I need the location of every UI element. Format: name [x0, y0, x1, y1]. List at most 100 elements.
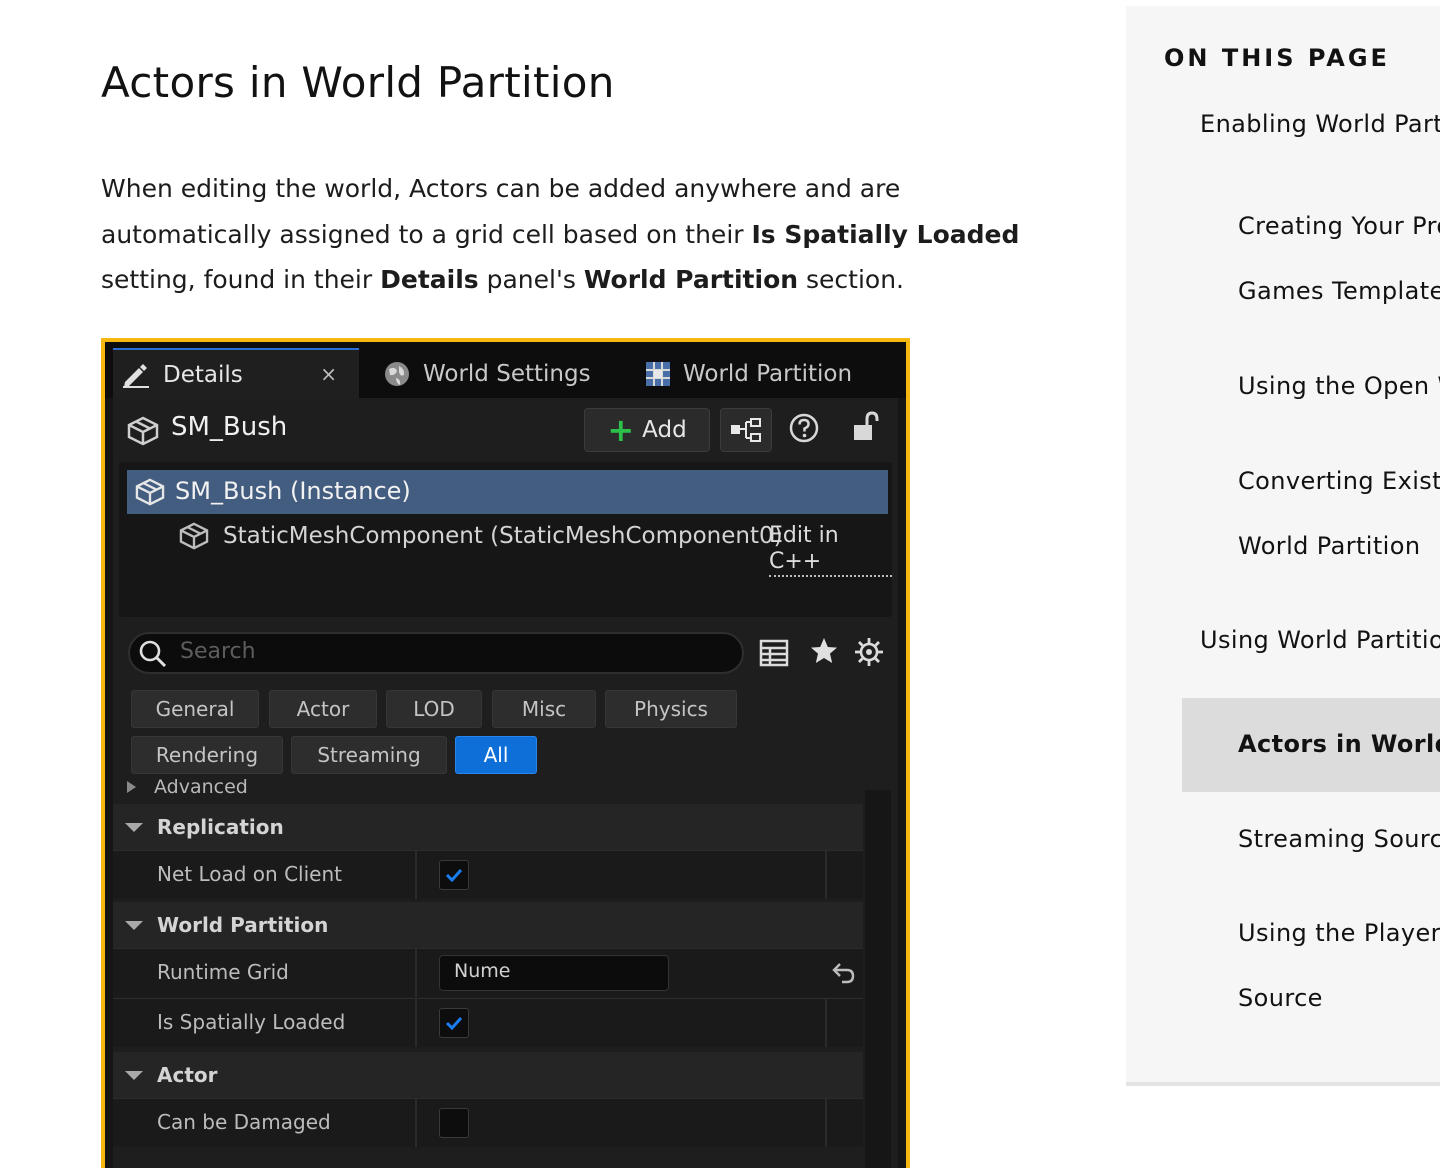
- tree-item-label: StaticMeshComponent (StaticMeshComponent…: [223, 523, 783, 549]
- panel-tab-bar: Details × World Settings World Partition: [105, 342, 906, 400]
- para-text-4: section.: [798, 265, 904, 294]
- component-tree: SM_Bush (Instance) StaticMeshComponent (…: [119, 462, 892, 617]
- actor-header: SM_Bush + Add: [113, 398, 898, 462]
- close-icon[interactable]: ×: [320, 362, 337, 386]
- property-list: Advanced Replication Net Load on Client …: [113, 778, 863, 1168]
- blueprint-icon: [731, 418, 761, 442]
- property-is-spatially-loaded: Is Spatially Loaded: [113, 998, 863, 1047]
- panel-body: SM_Bush + Add SM_Bush (Instance) StaticM…: [113, 398, 898, 1168]
- para-text-2: setting, found in their: [101, 265, 381, 294]
- toc-heading: ON THIS PAGE: [1164, 44, 1390, 72]
- intro-paragraph: When editing the world, Actors can be ad…: [101, 166, 1061, 303]
- collapse-arrow-icon: [125, 823, 143, 832]
- scrollbar[interactable]: [865, 790, 891, 1168]
- tab-world-settings-label: World Settings: [423, 361, 591, 387]
- column-divider: [825, 1099, 827, 1147]
- tab-world-partition[interactable]: World Partition: [635, 350, 895, 398]
- filter-physics[interactable]: Physics: [605, 690, 737, 728]
- star-icon[interactable]: [809, 636, 839, 666]
- details-panel: Details × World Settings World Partition: [105, 342, 906, 1168]
- can-be-damaged-checkbox[interactable]: [439, 1108, 469, 1138]
- tab-world-settings[interactable]: World Settings: [375, 350, 607, 398]
- table-view-icon[interactable]: [759, 638, 789, 668]
- blueprint-button[interactable]: [720, 408, 772, 452]
- filter-actor[interactable]: Actor: [269, 690, 377, 728]
- spatially-loaded-checkbox[interactable]: [439, 1008, 469, 1038]
- para-text-3: panel's: [478, 265, 584, 294]
- search-icon: [138, 639, 168, 673]
- plus-icon: +: [607, 411, 635, 449]
- toc-item-creating-your-project[interactable]: Creating Your Pro: [1238, 212, 1440, 240]
- advanced-label: Advanced: [154, 778, 248, 798]
- add-component-button[interactable]: + Add: [584, 408, 710, 452]
- category-replication[interactable]: Replication: [113, 804, 863, 850]
- help-icon[interactable]: [788, 412, 820, 444]
- property-label: Can be Damaged: [157, 1110, 331, 1134]
- tree-item-label: SM_Bush (Instance): [175, 477, 411, 505]
- on-this-page-sidebar: ON THIS PAGE Enabling World Partiti Crea…: [1126, 6, 1440, 1086]
- filter-misc[interactable]: Misc: [492, 690, 596, 728]
- reset-to-default-icon[interactable]: [831, 961, 857, 989]
- toc-item-world-partition[interactable]: World Partition: [1238, 532, 1420, 560]
- toc-item-source[interactable]: Source: [1238, 984, 1323, 1012]
- gear-icon[interactable]: [853, 636, 885, 668]
- checkmark-icon: [445, 1016, 463, 1030]
- actor-name: SM_Bush: [171, 412, 288, 442]
- static-mesh-icon: [127, 416, 159, 450]
- collapse-arrow-icon: [125, 1071, 143, 1080]
- property-can-be-damaged: Can be Damaged: [113, 1098, 863, 1147]
- bold-world-partition: World Partition: [583, 265, 799, 294]
- toc-item-using-world-partition[interactable]: Using World Partition: [1200, 626, 1440, 654]
- column-divider: [415, 949, 417, 997]
- category-label: World Partition: [157, 913, 329, 937]
- toc-item-actors-in-world-partition[interactable]: Actors in World Pa: [1238, 730, 1440, 758]
- toc-item-using-the-player[interactable]: Using the Player a: [1238, 919, 1440, 947]
- net-load-checkbox[interactable]: [439, 860, 469, 890]
- globe-icon: [383, 360, 411, 388]
- column-divider: [415, 999, 417, 1047]
- tab-details-label: Details: [163, 362, 243, 388]
- toc-item-enabling-world-partition[interactable]: Enabling World Partiti: [1200, 110, 1440, 138]
- filter-rendering[interactable]: Rendering: [131, 736, 283, 774]
- search-placeholder: Search: [180, 639, 256, 664]
- advanced-expander[interactable]: Advanced: [127, 778, 248, 798]
- expand-arrow-icon: [127, 781, 136, 793]
- category-label: Actor: [157, 1063, 218, 1087]
- collapse-arrow-icon: [125, 921, 143, 930]
- tab-world-partition-label: World Partition: [683, 361, 853, 387]
- property-label: Runtime Grid: [157, 960, 289, 984]
- static-mesh-icon: [179, 522, 209, 556]
- page-title: Actors in World Partition: [101, 58, 615, 107]
- filter-streaming[interactable]: Streaming: [291, 736, 447, 774]
- runtime-grid-field[interactable]: Nume: [439, 955, 669, 991]
- property-net-load-on-client: Net Load on Client: [113, 850, 863, 899]
- toc-item-games-template[interactable]: Games Template: [1238, 277, 1440, 305]
- tree-item-selected[interactable]: SM_Bush (Instance): [127, 470, 888, 514]
- category-label: Replication: [157, 815, 284, 839]
- column-divider: [415, 1099, 417, 1147]
- filter-lod[interactable]: LOD: [386, 690, 482, 728]
- add-label: Add: [642, 417, 687, 443]
- search-input[interactable]: Search: [128, 632, 744, 674]
- checkmark-icon: [445, 868, 463, 882]
- tab-details[interactable]: Details ×: [113, 348, 359, 400]
- toc-item-streaming-source[interactable]: Streaming Source: [1238, 825, 1440, 853]
- pencil-icon: [121, 362, 151, 388]
- toc-item-converting-existing[interactable]: Converting Existi: [1238, 467, 1440, 495]
- details-panel-screenshot: Details × World Settings World Partition: [101, 338, 910, 1168]
- property-label: Is Spatially Loaded: [157, 1010, 346, 1034]
- filter-general[interactable]: General: [131, 690, 259, 728]
- category-actor[interactable]: Actor: [113, 1052, 863, 1098]
- filter-all[interactable]: All: [455, 736, 537, 774]
- column-divider: [825, 851, 827, 899]
- toc-item-using-the-open-world[interactable]: Using the Open W: [1238, 372, 1440, 400]
- static-mesh-icon: [135, 478, 165, 510]
- edit-in-cpp-link[interactable]: Edit in C++: [769, 523, 892, 577]
- category-world-partition[interactable]: World Partition: [113, 902, 863, 948]
- lock-icon[interactable]: [851, 410, 881, 444]
- column-divider: [825, 999, 827, 1047]
- grid-icon: [645, 361, 671, 387]
- bold-details: Details: [380, 265, 479, 294]
- bold-is-spatially-loaded: Is Spatially Loaded: [751, 219, 1020, 249]
- property-label: Net Load on Client: [157, 862, 342, 886]
